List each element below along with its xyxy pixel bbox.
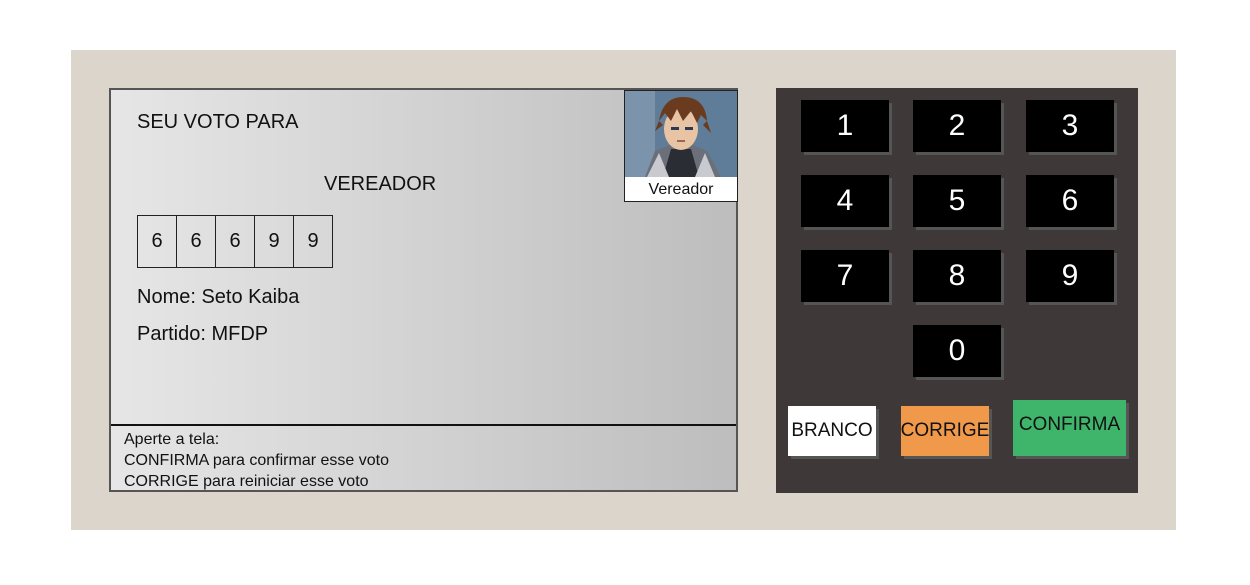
keypad: 1 2 3 4 5 6 7 8 9 0 BRANCO CORRIGE CONFI… — [776, 88, 1138, 493]
digit-box: 9 — [293, 215, 333, 268]
key-2[interactable]: 2 — [913, 100, 1001, 152]
footer-line: CORRIGE para reiniciar esse voto — [124, 473, 369, 490]
key-9[interactable]: 9 — [1026, 250, 1114, 302]
candidate-name: Nome: Seto Kaiba — [137, 286, 300, 308]
footer-line: Aperte a tela: — [124, 431, 220, 448]
key-8[interactable]: 8 — [913, 250, 1001, 302]
vote-heading: SEU VOTO PARA — [137, 111, 299, 133]
correct-button[interactable]: CORRIGE — [901, 406, 989, 456]
digit-box: 6 — [176, 215, 216, 268]
voting-screen[interactable]: SEU VOTO PARA VEREADOR 6 6 6 9 9 Nome: S… — [109, 88, 738, 492]
candidate-photo-card: Vereador — [624, 90, 738, 202]
screen-footer: Aperte a tela: CONFIRMA para confirmar e… — [111, 424, 736, 490]
voting-machine: SEU VOTO PARA VEREADOR 6 6 6 9 9 Nome: S… — [71, 50, 1176, 530]
key-1[interactable]: 1 — [801, 100, 889, 152]
candidate-party: Partido: MFDP — [137, 323, 269, 345]
office-title: VEREADOR — [324, 173, 437, 195]
key-0[interactable]: 0 — [913, 325, 1001, 377]
blank-vote-button[interactable]: BRANCO — [788, 406, 876, 456]
footer-line: CONFIRMA para confirmar esse voto — [124, 452, 389, 469]
photo-caption: Vereador — [648, 181, 714, 198]
digit-box: 9 — [254, 215, 294, 268]
screen-main-area: SEU VOTO PARA VEREADOR 6 6 6 9 9 Nome: S… — [111, 90, 738, 426]
key-7[interactable]: 7 — [801, 250, 889, 302]
confirm-button[interactable]: CONFIRMA — [1013, 400, 1126, 456]
digit-box: 6 — [215, 215, 255, 268]
key-4[interactable]: 4 — [801, 175, 889, 227]
candidate-portrait-icon — [625, 91, 737, 177]
key-5[interactable]: 5 — [913, 175, 1001, 227]
candidate-photo — [625, 91, 737, 177]
digit-boxes: 6 6 6 9 9 — [137, 215, 333, 268]
key-6[interactable]: 6 — [1026, 175, 1114, 227]
digit-box: 6 — [137, 215, 177, 268]
key-3[interactable]: 3 — [1026, 100, 1114, 152]
